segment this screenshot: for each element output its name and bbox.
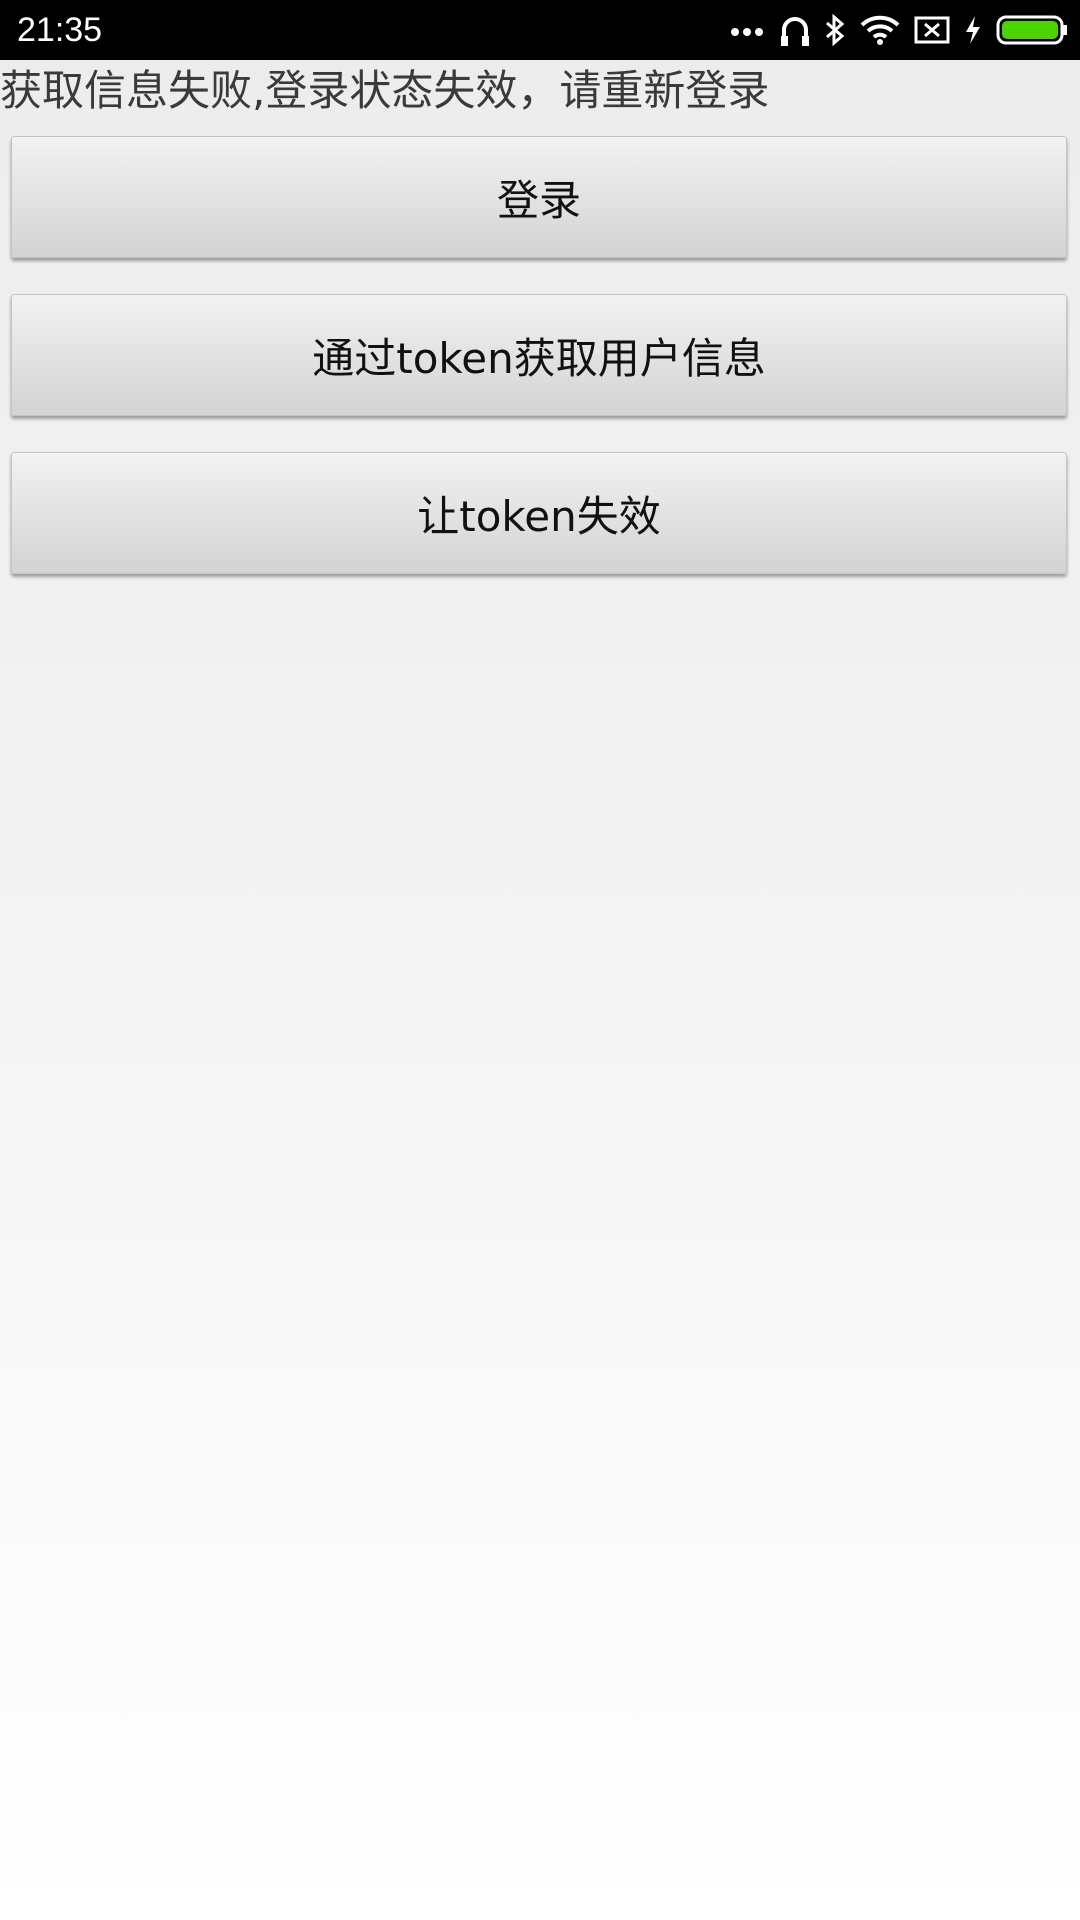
wifi-icon: [860, 15, 900, 45]
invalidate-token-button[interactable]: 让token失效: [11, 452, 1067, 574]
status-time: 21:35: [17, 11, 103, 49]
charging-icon: [964, 15, 982, 45]
sim-off-icon: [914, 15, 950, 45]
status-message: 获取信息失败,登录状态失效，请重新登录: [0, 66, 770, 115]
bluetooth-icon: [824, 14, 846, 46]
status-icons: [716, 10, 1068, 50]
status-bar: 21:35: [0, 0, 1080, 60]
get-user-info-button[interactable]: 通过token获取用户信息: [11, 294, 1067, 416]
headphones-icon: [780, 14, 810, 46]
more-dots-icon: [730, 24, 766, 36]
battery-icon: [996, 14, 1068, 46]
login-button[interactable]: 登录: [11, 136, 1067, 258]
